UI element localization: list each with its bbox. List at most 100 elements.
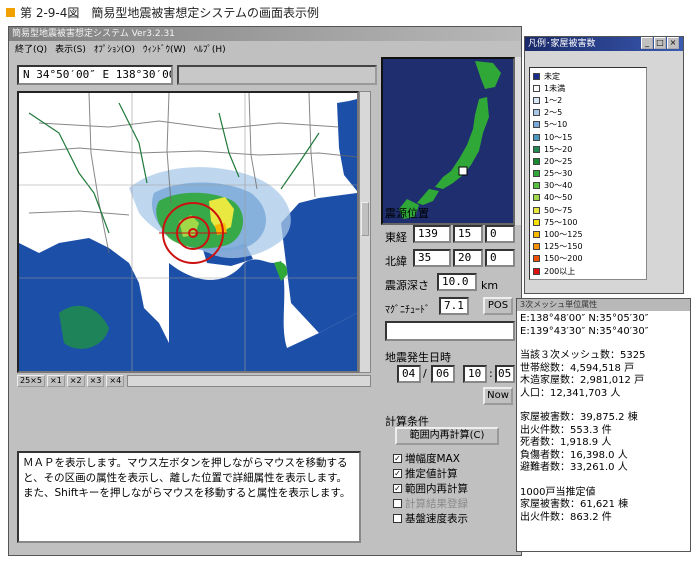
menu-exit[interactable]: 終了(Q) <box>15 42 47 58</box>
mesh-attribute-line: 家屋被害数：61,621 棟 <box>520 499 629 510</box>
legend-swatch <box>533 157 540 165</box>
legend-swatch <box>533 121 540 129</box>
legend-label: 100～125 <box>544 230 583 240</box>
zoom-button-x2[interactable]: ×2 <box>66 375 85 387</box>
recalc-range-button[interactable]: 範囲内再計算(C) <box>395 427 499 445</box>
legend-label: 2～5 <box>544 108 563 118</box>
zoom-button-x3[interactable]: ×3 <box>86 375 105 387</box>
legend-item: 20～25 <box>533 155 643 167</box>
damage-map <box>19 93 357 371</box>
legend-swatch <box>533 170 540 178</box>
checkbox-empty-icon <box>393 514 402 523</box>
mesh-attribute-line: 人口：12,341,703 人 <box>520 387 621 399</box>
mesh-attribute-line: 死者数：1,918.9 人 <box>520 437 612 448</box>
mesh-window-title: 3次メッシュ単位属性 <box>517 299 690 311</box>
legend-label: 20～25 <box>544 156 573 166</box>
mesh-attribute-line: 出火件数：863.2 件 <box>520 511 612 523</box>
legend-item: 150～200 <box>533 253 643 265</box>
zoom-button-25x5[interactable]: 25×5 <box>17 375 45 387</box>
datetime-heading: 地震発生日時 <box>385 351 451 364</box>
longitude-seconds-field[interactable]: 0 <box>485 225 515 243</box>
legend-label: 10～15 <box>544 132 573 142</box>
epicenter-note-field[interactable] <box>385 321 515 341</box>
legend-window-controls: _ □ × <box>641 37 679 49</box>
menu-help[interactable]: ﾍﾙﾌﾟ(H) <box>194 42 226 58</box>
magnitude-field[interactable]: 7.1 <box>439 297 469 315</box>
zoom-button-x1[interactable]: ×1 <box>46 375 65 387</box>
legend-item: 200以上 <box>533 265 643 277</box>
legend-swatch <box>533 182 540 190</box>
legend-label: 5～10 <box>544 120 568 130</box>
legend-swatch <box>533 133 540 141</box>
latitude-seconds-field[interactable]: 0 <box>485 249 515 267</box>
legend-swatch <box>533 109 540 117</box>
mesh-attribute-line: 木造家屋数：2,981,012 戸 <box>520 375 645 386</box>
mesh-attribute-line: 1000戸当推定値 <box>520 486 596 498</box>
legend-label: 125～150 <box>544 242 583 252</box>
damage-map-view[interactable] <box>17 91 359 373</box>
legend-item: 25～30 <box>533 168 643 180</box>
figure-caption: 第 2-9-4図 簡易型地震被害想定システムの画面表示例 <box>6 4 319 20</box>
menu-options[interactable]: ｵﾌﾟｼｮﾝ(O) <box>94 42 135 58</box>
overview-minimap[interactable] <box>381 57 515 225</box>
option-max-amplification[interactable]: ✓ 増幅度MAX <box>393 451 460 466</box>
legend-swatch <box>533 145 540 153</box>
legend-list: 未定 1未満 1～2 2～5 5～10 10～15 15～20 20～25 25～30 30～40… <box>529 67 647 281</box>
map-vertical-scroll-thumb[interactable] <box>361 202 369 236</box>
map-horizontal-scrollbar[interactable] <box>127 375 371 387</box>
latitude-degrees-field[interactable]: 35 <box>413 249 451 267</box>
window-titlebar: 簡易型地震被害想定システム Ver3.2.31 <box>9 27 521 41</box>
help-message-box: ＭＡＰを表示します。マウス左ボタンを押しながらマウスを移動すると、その区画の属性… <box>17 451 361 543</box>
legend-swatch <box>533 255 540 263</box>
menu-window[interactable]: ｳｨﾝﾄﾞｳ(W) <box>143 42 186 58</box>
japan-overview-map <box>383 59 513 223</box>
mesh-attribute-line: 負傷者数：16,398.0 人 <box>520 449 628 461</box>
now-button[interactable]: Now <box>483 387 513 405</box>
option-range-recalc[interactable]: ✓ 範囲内再計算 <box>393 481 468 496</box>
zoom-button-x4[interactable]: ×4 <box>106 375 125 387</box>
minimap-scrollbar[interactable] <box>515 57 521 225</box>
minimize-icon[interactable]: _ <box>641 37 653 49</box>
menu-view[interactable]: 表示(S) <box>55 42 86 58</box>
checkbox-checked-icon: ✓ <box>393 484 402 493</box>
legend-item: 40～50 <box>533 192 643 204</box>
legend-item: 1～2 <box>533 94 643 106</box>
minute-field[interactable]: 05 <box>495 365 515 383</box>
maximize-icon[interactable]: □ <box>654 37 666 49</box>
pos-button[interactable]: POS <box>483 297 513 315</box>
longitude-minutes-field[interactable]: 15 <box>453 225 483 243</box>
legend-item: 125～150 <box>533 241 643 253</box>
mesh-attribute-line <box>520 338 687 350</box>
legend-item: 15～20 <box>533 143 643 155</box>
legend-swatch <box>533 231 540 239</box>
mesh-attribute-line: 当該３次メッシュ数：5325 <box>520 350 646 361</box>
mesh-attribute-line: 避難者数：33,261.0 人 <box>520 462 628 473</box>
legend-label: 1未満 <box>544 83 566 93</box>
day-field[interactable]: 06 <box>431 365 455 383</box>
legend-item: 10～15 <box>533 131 643 143</box>
legend-swatch <box>533 218 540 226</box>
option-base-velocity[interactable]: 基盤速度表示 <box>393 511 468 526</box>
longitude-degrees-field[interactable]: 139 <box>413 225 451 243</box>
map-vertical-scrollbar[interactable] <box>359 91 371 373</box>
caption-marker <box>6 7 15 17</box>
latitude-minutes-field[interactable]: 20 <box>453 249 483 267</box>
magnitude-label: ﾏｸﾞﾆﾁｭｰﾄﾞ <box>385 305 430 316</box>
longitude-label: 東経 <box>385 231 407 244</box>
status-field <box>177 65 377 85</box>
option-estimate-calc[interactable]: ✓ 推定値計算 <box>393 466 458 481</box>
legend-item: 5～10 <box>533 119 643 131</box>
legend-item: 75～100 <box>533 216 643 228</box>
month-field[interactable]: 04 <box>397 365 421 383</box>
hour-field[interactable]: 10 <box>463 365 487 383</box>
depth-field[interactable]: 10.0 <box>437 273 477 291</box>
legend-label: 200以上 <box>544 266 576 276</box>
legend-label: 150～200 <box>544 254 583 264</box>
close-icon[interactable]: × <box>667 37 679 49</box>
checkbox-empty-icon <box>393 499 402 508</box>
legend-swatch <box>533 206 540 214</box>
mesh-attribute-line: E:139°43′30″ N:35°40′30″ <box>520 325 649 337</box>
legend-label: 1～2 <box>544 95 563 105</box>
legend-swatch <box>533 194 540 202</box>
mesh-attribute-text: E:138°48′00″ N:35°05′30″ E:139°43′30″ N:3… <box>517 311 690 526</box>
